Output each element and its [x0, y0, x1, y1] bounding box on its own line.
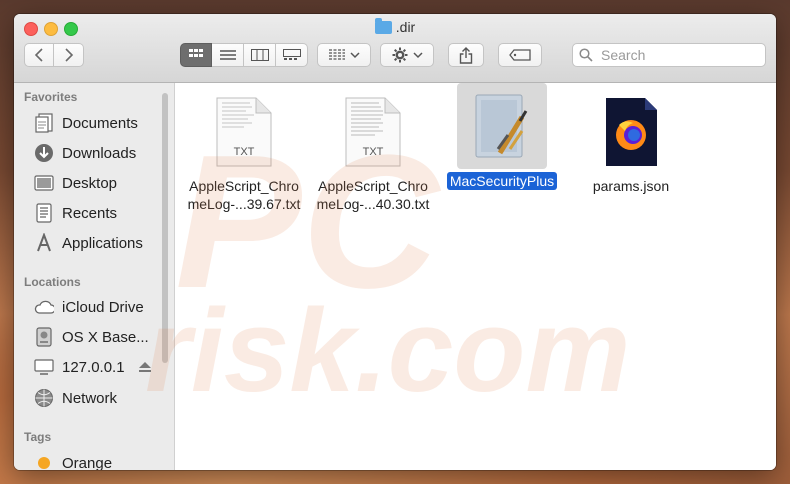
- firefox-document-icon: [603, 97, 659, 167]
- txt-document-icon: TXT: [216, 97, 272, 167]
- sidebar: Favorites Documents Downloads Desktop Re…: [14, 83, 175, 470]
- back-button[interactable]: [24, 43, 54, 67]
- chevron-down-icon: [349, 52, 360, 59]
- forward-button[interactable]: [54, 43, 84, 67]
- file-thumbnail: TXT: [328, 89, 418, 175]
- sidebar-item-applications[interactable]: Applications: [34, 231, 143, 255]
- sidebar-item-label: Desktop: [62, 174, 118, 192]
- folder-icon: [374, 18, 392, 34]
- file-item[interactable]: TXT AppleScript_Chro meLog-...40.30.txt: [308, 89, 438, 213]
- column-view-button[interactable]: [244, 43, 276, 67]
- documents-icon: [34, 113, 54, 133]
- search-input[interactable]: [599, 46, 763, 64]
- txt-document-icon: TXT: [345, 97, 401, 167]
- sidebar-item-label: 127.0.0.1: [62, 358, 125, 376]
- action-button[interactable]: [380, 43, 434, 67]
- watermark-text-risk: risk.com: [145, 285, 631, 417]
- downloads-icon: [34, 143, 54, 163]
- gear-icon: [392, 47, 407, 63]
- chevron-right-icon: [64, 48, 73, 62]
- sidebar-item-label: iCloud Drive: [62, 298, 144, 316]
- computer-icon: [34, 357, 54, 377]
- sidebar-item-os-x-base[interactable]: OS X Base...: [34, 325, 149, 349]
- list-view-icon: [219, 50, 236, 60]
- sidebar-item-downloads[interactable]: Downloads: [34, 141, 136, 165]
- app-icon: [470, 91, 534, 161]
- search-field[interactable]: [572, 43, 766, 67]
- nav-buttons: [24, 43, 84, 67]
- locations-heading: Locations: [24, 275, 81, 289]
- file-area: TXT AppleScript_Chro meLog-...39.67.txt T…: [145, 83, 776, 470]
- window-title-text: .dir: [395, 19, 416, 35]
- sidebar-item-label: Applications: [62, 234, 143, 252]
- file-type-badge: TXT: [233, 146, 255, 158]
- sidebar-item-network[interactable]: Network: [34, 386, 117, 410]
- sidebar-item-localhost[interactable]: 127.0.0.1: [34, 355, 151, 379]
- file-thumbnail: [457, 83, 547, 169]
- sidebar-item-label: Recents: [62, 204, 118, 222]
- orange-tag-dot: [34, 453, 54, 470]
- sidebar-item-label: Documents: [62, 114, 138, 132]
- sidebar-item-icloud-drive[interactable]: iCloud Drive: [34, 295, 144, 319]
- network-icon: [34, 388, 54, 408]
- file-name: AppleScript_Chro meLog-...39.67.txt: [187, 178, 301, 212]
- share-icon: [459, 46, 473, 64]
- file-thumbnail: [586, 89, 676, 175]
- sidebar-item-desktop[interactable]: Desktop: [34, 171, 117, 195]
- file-name: params.json: [592, 178, 670, 194]
- sidebar-item-label: Orange: [62, 454, 113, 471]
- tag-icon: [509, 49, 531, 61]
- recents-icon: [34, 203, 54, 223]
- gallery-view-icon: [282, 49, 301, 60]
- file-item[interactable]: params.json: [566, 89, 696, 195]
- finder-window: .dir Search Favorites Documents Download…: [14, 14, 776, 470]
- file-item[interactable]: TXT AppleScript_Chro meLog-...39.67.txt: [179, 89, 309, 213]
- file-name: AppleScript_Chro meLog-...40.30.txt: [316, 178, 430, 212]
- view-mode-control: [180, 43, 308, 67]
- eject-icon[interactable]: [138, 361, 151, 373]
- group-icon: [328, 49, 345, 60]
- sidebar-item-documents[interactable]: Documents: [34, 111, 138, 135]
- tags-heading: Tags: [24, 430, 52, 444]
- file-item-selected[interactable]: MacSecurityPlus: [437, 83, 567, 190]
- file-name: MacSecurityPlus: [437, 172, 567, 190]
- icon-view-icon: [189, 49, 203, 57]
- icon-view-button[interactable]: [180, 43, 212, 67]
- file-type-badge: TXT: [362, 146, 384, 158]
- sidebar-tag-orange[interactable]: Orange: [34, 451, 112, 470]
- list-view-button[interactable]: [212, 43, 244, 67]
- group-by-button[interactable]: [317, 43, 371, 67]
- title-bar: .dir: [14, 14, 776, 83]
- applications-icon: [34, 233, 54, 253]
- sidebar-item-label: OS X Base...: [62, 328, 149, 346]
- cloud-icon: [34, 297, 54, 317]
- gallery-view-button[interactable]: [276, 43, 308, 67]
- edit-tags-button[interactable]: [498, 43, 542, 67]
- favorites-heading: Favorites: [24, 90, 78, 104]
- file-thumbnail: TXT: [199, 89, 289, 175]
- sidebar-item-label: Network: [62, 389, 118, 407]
- desktop-icon: [34, 173, 54, 193]
- search-icon: [579, 48, 593, 62]
- window-title: .dir: [14, 18, 776, 35]
- chevron-down-icon: [412, 52, 423, 59]
- sidebar-scrollbar[interactable]: [162, 93, 168, 363]
- sidebar-item-label: Downloads: [62, 144, 137, 162]
- share-button[interactable]: [448, 43, 484, 67]
- sidebar-item-recents[interactable]: Recents: [34, 201, 117, 225]
- disk-icon: [34, 327, 54, 347]
- chevron-left-icon: [34, 48, 43, 62]
- column-view-icon: [250, 49, 269, 61]
